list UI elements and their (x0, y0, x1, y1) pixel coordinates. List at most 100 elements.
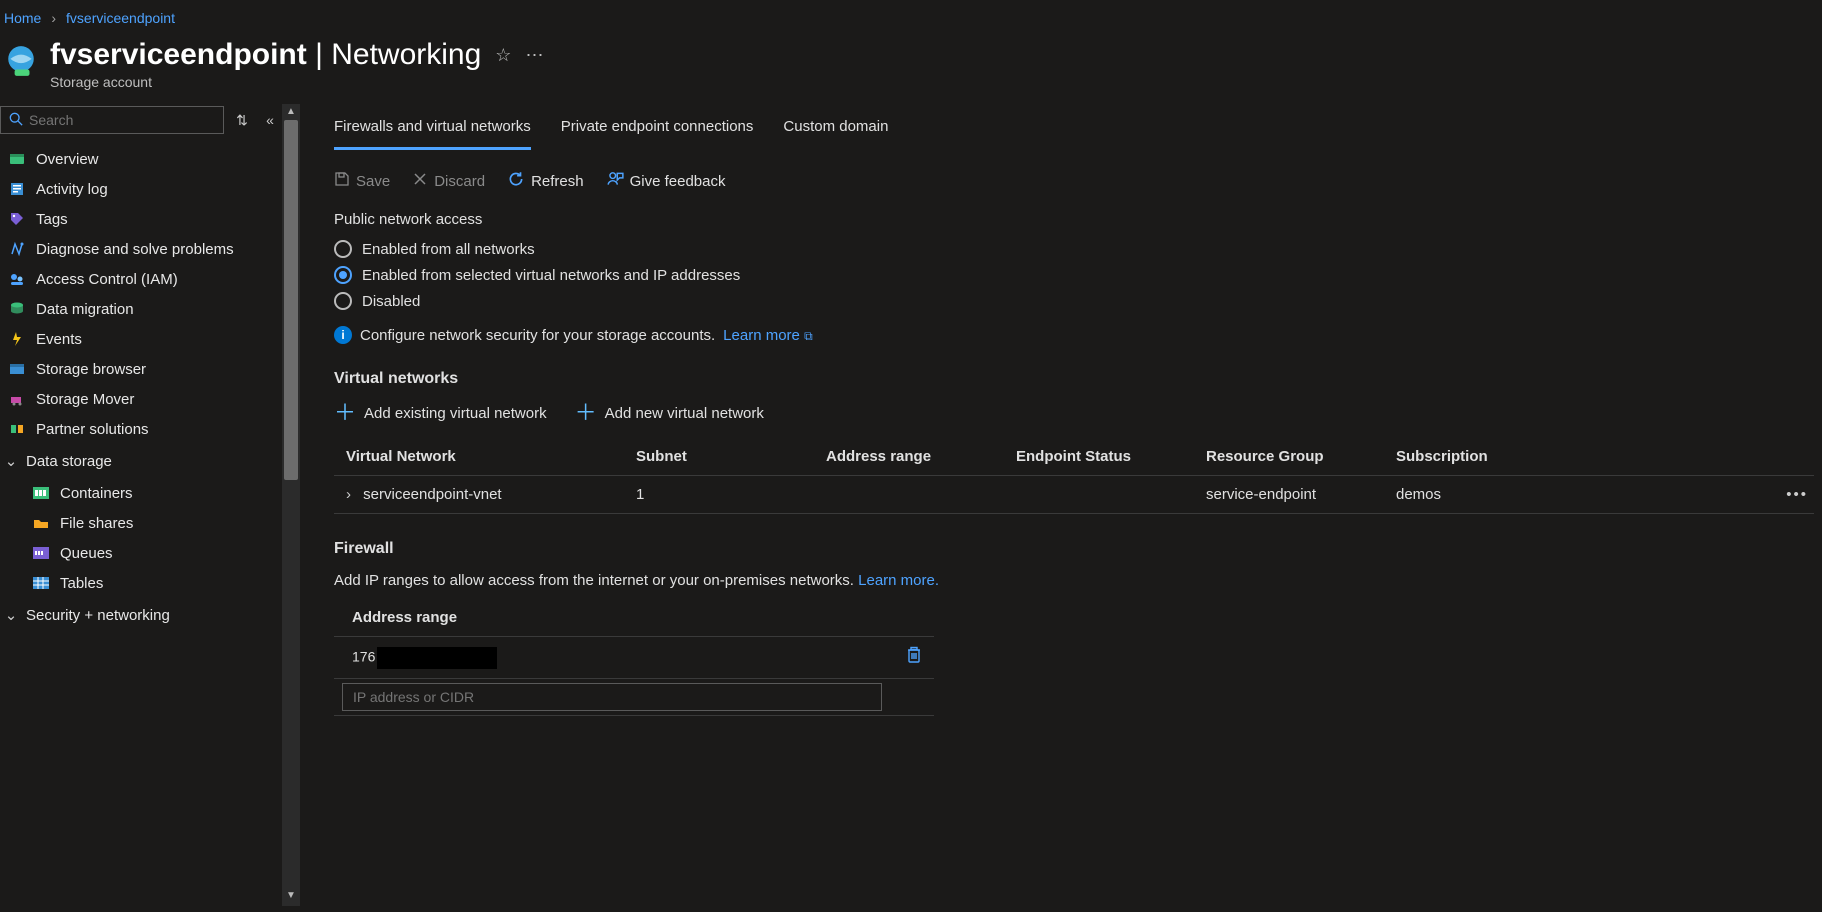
sidebar-item-label: File shares (60, 515, 133, 532)
vnet-row: › serviceendpoint-vnet 1 service-endpoin… (334, 476, 1814, 514)
tabs: Firewalls and virtual networks Private e… (334, 110, 1822, 150)
scrollbar[interactable]: ▲ ▼ (282, 104, 300, 906)
vnet-heading: Virtual networks (334, 370, 1822, 388)
chevron-right-icon: › (51, 10, 56, 26)
queues-icon (32, 544, 50, 562)
feedback-button[interactable]: Give feedback (606, 170, 726, 193)
sidebar-item-label: Storage browser (36, 361, 146, 378)
radio-enabled-selected[interactable]: Enabled from selected virtual networks a… (334, 262, 1822, 288)
add-new-vnet-button[interactable]: ＋ Add new virtual network (575, 402, 764, 424)
sidebar-group-data-storage[interactable]: ⌄ Data storage (0, 444, 294, 478)
refresh-button[interactable]: Refresh (507, 170, 584, 193)
firewall-learn-more-link[interactable]: Learn more. (858, 572, 939, 589)
sidebar-item-label: Data migration (36, 301, 134, 318)
file-shares-icon (32, 514, 50, 532)
radio-enabled-all[interactable]: Enabled from all networks (334, 236, 1822, 262)
sidebar-item-label: Tables (60, 575, 103, 592)
sidebar-item-label: Diagnose and solve problems (36, 241, 234, 258)
firewall-heading: Firewall (334, 540, 1822, 558)
sidebar-item-tags[interactable]: Tags (0, 204, 294, 234)
vnet-name: serviceendpoint-vnet (363, 486, 501, 503)
sidebar-item-queues[interactable]: Queues (0, 538, 294, 568)
sidebar-item-label: Events (36, 331, 82, 348)
sidebar-item-label: Queues (60, 545, 113, 562)
main-content: Firewalls and virtual networks Private e… (300, 104, 1822, 906)
more-icon[interactable]: ⋯ (525, 45, 543, 66)
sidebar-item-activity-log[interactable]: Activity log (0, 174, 294, 204)
sidebar-item-containers[interactable]: Containers (0, 478, 294, 508)
sidebar-item-file-shares[interactable]: File shares (0, 508, 294, 538)
save-icon (334, 171, 350, 192)
sidebar-item-storage-browser[interactable]: Storage browser (0, 354, 294, 384)
row-context-menu-icon[interactable]: ••• (1774, 486, 1814, 503)
sidebar-group-security[interactable]: ⌄ Security + networking (0, 598, 294, 632)
tab-private-endpoints[interactable]: Private endpoint connections (561, 110, 754, 150)
tab-firewalls[interactable]: Firewalls and virtual networks (334, 110, 531, 150)
radio-icon (334, 240, 352, 258)
col-header: Endpoint Status (1016, 448, 1206, 465)
learn-more-link[interactable]: Learn more ⧉ (723, 327, 812, 344)
vnet-rg: service-endpoint (1206, 486, 1396, 503)
add-existing-vnet-button[interactable]: ＋ Add existing virtual network (334, 402, 547, 424)
breadcrumb: Home › fvserviceendpoint (0, 0, 1822, 32)
breadcrumb-home[interactable]: Home (4, 10, 41, 26)
search-input[interactable] (29, 112, 215, 128)
radio-icon (334, 266, 352, 284)
sidebar-item-label: Partner solutions (36, 421, 149, 438)
storage-mover-icon (8, 390, 26, 408)
scroll-down-icon[interactable]: ▼ (284, 890, 298, 904)
sidebar-item-storage-mover[interactable]: Storage Mover (0, 384, 294, 414)
sidebar-item-partner-solutions[interactable]: Partner solutions (0, 414, 294, 444)
firewall-description: Add IP ranges to allow access from the i… (334, 572, 1822, 589)
radio-icon (334, 292, 352, 310)
sidebar-item-label: Containers (60, 485, 133, 502)
scroll-up-icon[interactable]: ▲ (284, 106, 298, 120)
sidebar-item-diagnose[interactable]: Diagnose and solve problems (0, 234, 294, 264)
radio-label: Disabled (362, 293, 420, 310)
radio-disabled[interactable]: Disabled (334, 288, 1822, 314)
delete-address-button[interactable] (894, 646, 934, 669)
sidebar-item-label: Access Control (IAM) (36, 271, 178, 288)
sort-icon[interactable]: ⇅ (232, 112, 252, 129)
vnet-subnet-count: 1 (636, 486, 826, 503)
sidebar-item-overview[interactable]: Overview (0, 144, 294, 174)
scroll-thumb[interactable] (284, 120, 298, 480)
plus-icon: ＋ (575, 402, 597, 424)
discard-icon (412, 171, 428, 192)
vnet-table-header: Virtual Network Subnet Address range End… (334, 438, 1814, 476)
storage-account-icon (4, 44, 38, 78)
refresh-icon (507, 170, 525, 193)
save-button[interactable]: Save (334, 171, 390, 192)
tab-custom-domain[interactable]: Custom domain (783, 110, 888, 150)
row-expander-icon[interactable]: › (346, 486, 359, 503)
page-title: fvserviceendpoint | Networking (50, 38, 481, 72)
sidebar-search[interactable] (0, 106, 224, 134)
public-access-label: Public network access (334, 211, 1822, 228)
sidebar-item-label: Activity log (36, 181, 108, 198)
address-range-input[interactable] (342, 683, 882, 711)
col-header: Subnet (636, 448, 826, 465)
address-row: 176 (334, 636, 934, 678)
sidebar-item-tables[interactable]: Tables (0, 568, 294, 598)
info-text: Configure network security for your stor… (360, 327, 715, 344)
toolbar-label: Give feedback (630, 173, 726, 190)
plus-icon: ＋ (334, 402, 356, 424)
overview-icon (8, 150, 26, 168)
collapse-sidebar-icon[interactable]: « (260, 112, 280, 128)
activity-log-icon (8, 180, 26, 198)
info-banner: i Configure network security for your st… (334, 314, 1822, 344)
discard-button[interactable]: Discard (412, 171, 485, 192)
sidebar-item-label: Tags (36, 211, 68, 228)
toolbar-label: Discard (434, 173, 485, 190)
sidebar-item-events[interactable]: Events (0, 324, 294, 354)
diagnose-icon (8, 240, 26, 258)
sidebar-group-label: Data storage (26, 453, 112, 470)
tags-icon (8, 210, 26, 228)
pin-star-icon[interactable]: ☆ (495, 45, 511, 66)
feedback-icon (606, 170, 624, 193)
sidebar-item-iam[interactable]: Access Control (IAM) (0, 264, 294, 294)
sidebar-item-data-migration[interactable]: Data migration (0, 294, 294, 324)
col-header: Resource Group (1206, 448, 1396, 465)
address-range-header: Address range (334, 603, 1822, 636)
breadcrumb-current[interactable]: fvserviceendpoint (66, 10, 175, 26)
